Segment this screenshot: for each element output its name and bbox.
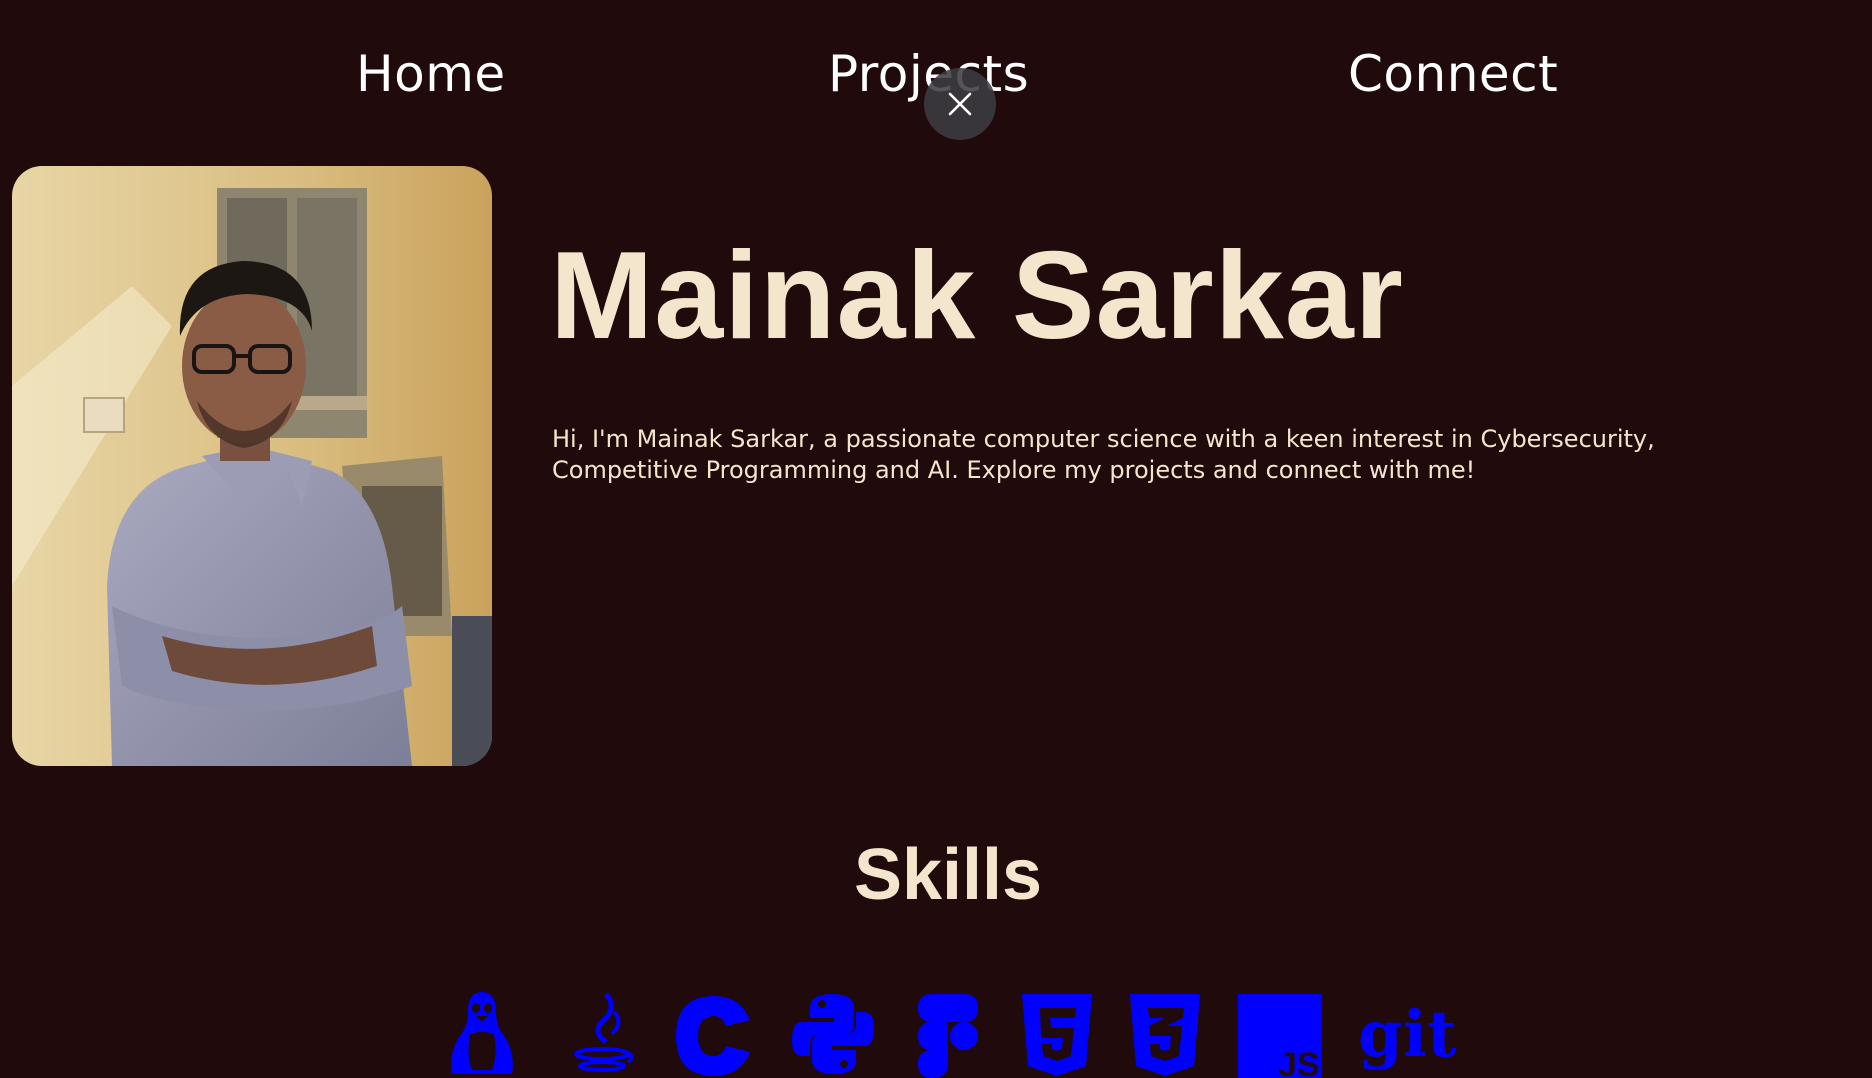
css3-icon [1130, 994, 1200, 1076]
hero-bio: Hi, I'm Mainak Sarkar, a passionate comp… [552, 425, 1655, 484]
html5-icon [1022, 994, 1092, 1076]
portfolio-page: Home Projects Connect Mainak Sarkar Hi, … [0, 0, 1872, 1078]
nav-connect-link[interactable]: Connect [1348, 44, 1558, 104]
nav-home-link[interactable]: Home [356, 44, 506, 104]
close-button[interactable] [924, 68, 996, 140]
git-icon: git [1358, 997, 1456, 1072]
c-icon [676, 996, 750, 1076]
svg-text:JS: JS [1278, 1046, 1320, 1078]
java-icon [574, 992, 634, 1072]
skills-title: Skills [853, 835, 1043, 915]
linux-icon [451, 992, 513, 1074]
skills-icons: JS git [0, 990, 1872, 1078]
javascript-icon: JS [1238, 994, 1322, 1078]
profile-photo [12, 166, 492, 766]
close-icon [948, 92, 972, 116]
python-icon [792, 994, 874, 1074]
figma-icon [918, 994, 978, 1078]
svg-text:git: git [1358, 997, 1456, 1072]
hero-name: Mainak Sarkar [550, 227, 1404, 365]
